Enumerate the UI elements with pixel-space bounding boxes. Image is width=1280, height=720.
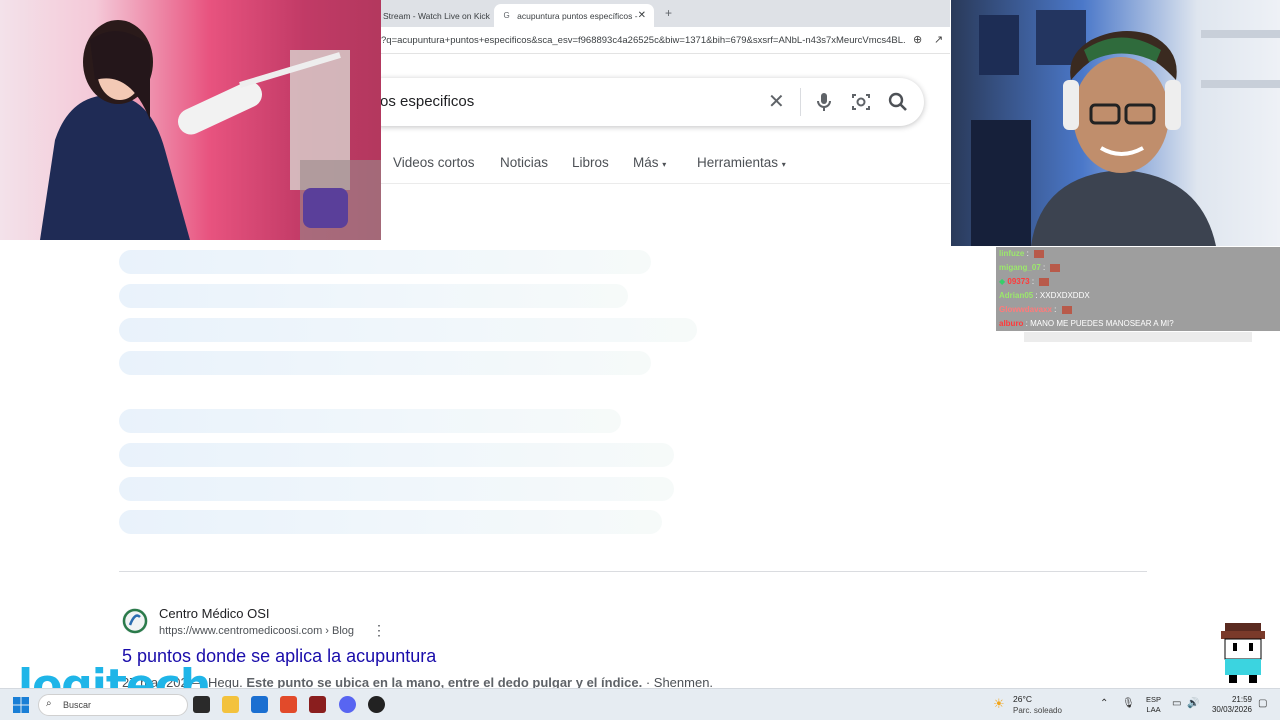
tab-kick-stream[interactable]: Stream - Watch Live on Kick — [381, 4, 491, 27]
microphone-icon[interactable] — [812, 90, 836, 114]
language-indicator[interactable]: ESP LAA — [1146, 695, 1161, 715]
browser-tab-bar: Stream - Watch Live on Kick G acupuntura… — [381, 0, 950, 27]
share-icon[interactable]: ↗ — [934, 33, 943, 46]
chat-text: MANO ME PUEDES MANOSEAR A MI? — [1030, 318, 1174, 328]
pixel-avatar-icon — [1221, 623, 1265, 683]
file-explorer-icon[interactable] — [222, 696, 239, 713]
emote-icon — [1039, 277, 1050, 286]
clock-time: 21:59 — [1231, 695, 1252, 704]
tab-mas[interactable]: Más ▾ — [633, 155, 666, 170]
clear-icon[interactable]: ✕ — [768, 89, 785, 114]
tab-google-search[interactable]: G acupuntura puntos específicos - ✕ — [494, 4, 654, 27]
brave-browser-icon[interactable] — [280, 696, 297, 713]
tab-title: Stream - Watch Live on Kick — [383, 10, 490, 21]
chat-username: Adrian05 — [999, 290, 1034, 300]
zoom-icon[interactable]: ⊕ — [913, 33, 922, 46]
notifications-icon[interactable]: ▢ — [1258, 698, 1267, 709]
chat-username: Glowwdavaxx — [999, 304, 1052, 314]
clock-date: 30/03/2026 — [1211, 705, 1252, 714]
chat-username: 09373 — [1007, 276, 1030, 286]
emote-icon — [1061, 305, 1072, 314]
loading-skeleton — [119, 443, 674, 467]
search-box[interactable]: os especificos ✕ — [360, 78, 924, 126]
chevron-up-icon[interactable]: ⌃ — [1100, 698, 1108, 709]
task-view-icon[interactable] — [193, 696, 210, 713]
tab-mas-label: Más — [633, 155, 659, 170]
lang-bottom: LAA — [1146, 705, 1161, 714]
loading-skeleton — [119, 284, 628, 308]
chevron-down-icon: ▾ — [662, 160, 667, 169]
search-divider — [800, 88, 801, 116]
webcam-left-scene — [40, 20, 381, 240]
weather-sun-icon[interactable]: ☀ — [993, 696, 1005, 712]
tab-title: acupuntura puntos específicos - — [517, 10, 638, 21]
chat-text: XXDXDXDDX — [1039, 290, 1090, 300]
site-logo-icon — [122, 608, 148, 634]
webcam-right-scene — [971, 10, 1280, 246]
chat-separator: : — [1029, 276, 1037, 286]
chat-username: migang_07 — [999, 262, 1041, 272]
emote-icon — [1050, 263, 1061, 272]
clock[interactable]: 21:59 30/03/2026 — [1208, 695, 1252, 715]
emote-icon — [1034, 249, 1045, 258]
voicemeeter-icon[interactable] — [309, 696, 326, 713]
network-icon[interactable]: ▭ — [1172, 698, 1181, 709]
tab-noticias[interactable]: Noticias — [500, 155, 548, 170]
chevron-down-icon: ▾ — [781, 160, 786, 169]
weather-desc[interactable]: Parc. soleado — [1013, 706, 1062, 715]
obs-icon[interactable] — [368, 696, 385, 713]
tab-libros[interactable]: Libros — [572, 155, 609, 170]
new-tab-icon[interactable]: + — [665, 6, 672, 20]
loading-skeleton — [119, 250, 651, 274]
taskbar-search-label: Buscar — [63, 700, 92, 710]
loading-skeleton — [119, 510, 662, 534]
loading-skeleton — [119, 477, 674, 501]
results-divider — [119, 571, 1147, 572]
windows-taskbar: ⌕ Buscar ☀ 26°C Parc. soleado ⌃ 🎙 ESP LA… — [0, 688, 1280, 720]
loading-skeleton — [119, 351, 651, 375]
tab-videos-cortos[interactable]: Videos cortos — [393, 155, 475, 170]
store-icon[interactable] — [251, 696, 268, 713]
address-bar[interactable]: ?q=acupuntura+puntos+especificos&sca_esv… — [381, 27, 950, 54]
stream-chat: linfuze : migang_07 : ◆ 09373 : Adrian05… — [996, 247, 1280, 331]
chat-username: linfuze — [999, 249, 1025, 258]
chat-message: migang_07 : — [996, 260, 1280, 275]
windows-start-icon[interactable] — [13, 697, 29, 713]
webcam-left-streamer — [0, 0, 381, 240]
tab-herramientas-label: Herramientas — [697, 155, 779, 170]
result-site-name[interactable]: Centro Médico OSI — [159, 606, 270, 621]
search-icon: ⌕ — [46, 698, 52, 709]
chat-separator: : — [1040, 262, 1048, 272]
chat-separator: : — [1051, 304, 1059, 314]
result-url[interactable]: https://www.centromedicoosi.com › Blog — [159, 625, 354, 637]
discord-icon[interactable] — [339, 696, 356, 713]
chat-message: alburo : MANO ME PUEDES MANOSEAR A MI? — [996, 316, 1280, 331]
microphone-icon[interactable]: 🎙 — [1122, 698, 1135, 709]
google-favicon-icon: G — [503, 11, 510, 20]
chat-message: Adrian05 : XXDXDXDDX — [996, 288, 1280, 303]
chat-message: ◆ 09373 : — [996, 274, 1280, 289]
volume-icon[interactable]: 🔊 — [1187, 698, 1199, 709]
close-tab-icon[interactable]: ✕ — [638, 10, 646, 21]
chat-faded-message — [1024, 332, 1252, 342]
chat-message: linfuze : — [996, 247, 1280, 261]
more-options-icon[interactable]: ⋮ — [372, 622, 386, 639]
lens-camera-icon[interactable] — [849, 90, 873, 114]
taskbar-search[interactable]: ⌕ Buscar — [38, 694, 188, 716]
url-text[interactable]: ?q=acupuntura+puntos+especificos&sca_esv… — [381, 35, 906, 46]
chat-username: alburo — [999, 318, 1024, 328]
webcam-right-streamer — [951, 0, 1280, 246]
chat-separator: : — [1033, 290, 1040, 300]
loading-skeleton — [119, 318, 697, 342]
search-input[interactable]: os especificos — [380, 93, 474, 110]
nav-divider — [381, 183, 950, 184]
lang-top: ESP — [1146, 695, 1162, 704]
tab-herramientas[interactable]: Herramientas ▾ — [697, 155, 786, 170]
chat-separator: : — [1024, 249, 1032, 258]
weather-temp[interactable]: 26°C — [1013, 694, 1032, 704]
loading-skeleton — [119, 409, 621, 433]
search-icon[interactable] — [886, 90, 910, 114]
chat-message: Glowwdavaxx : — [996, 302, 1280, 317]
